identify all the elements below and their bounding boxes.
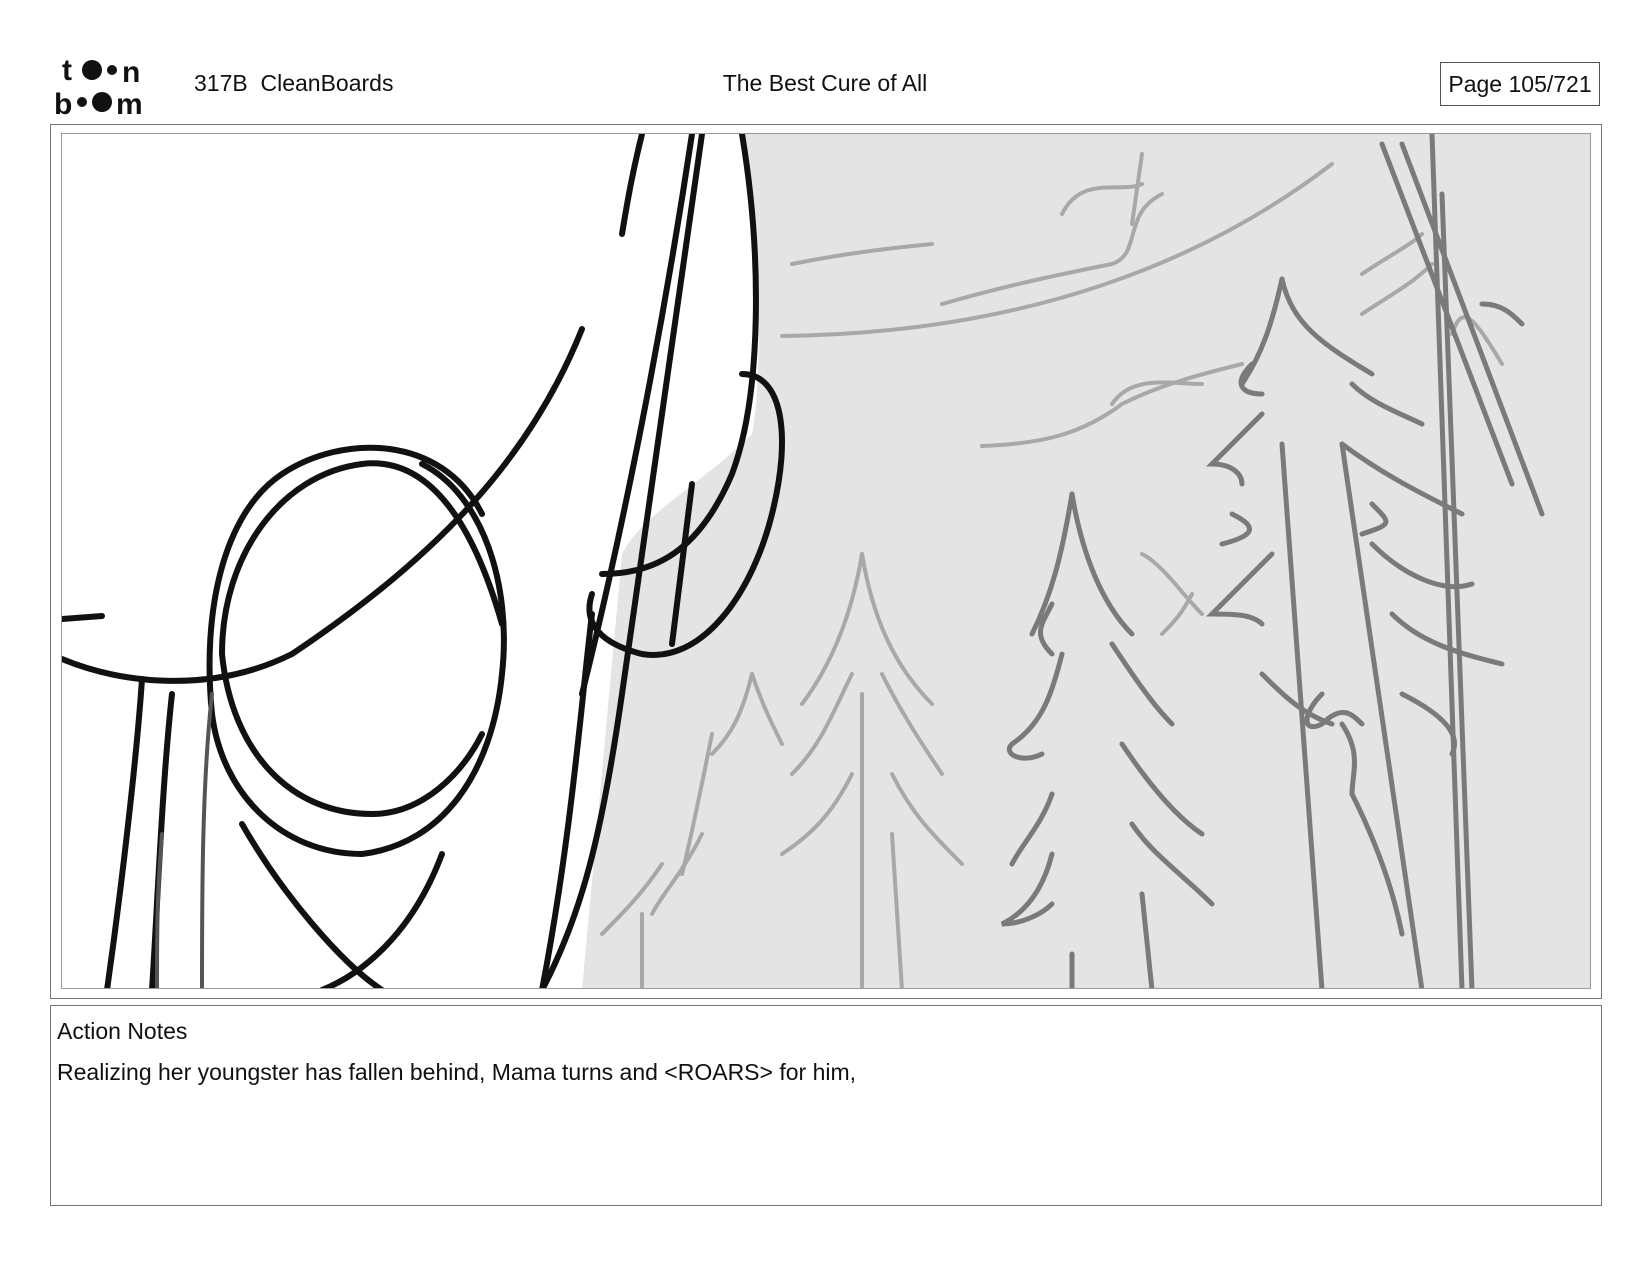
action-notes-label: Action Notes: [57, 1018, 188, 1044]
sketch-drawing: [62, 134, 1545, 988]
panel-image: [61, 133, 1591, 989]
storyboard-panel: [50, 124, 1602, 999]
action-notes-text: Realizing her youngster has fallen behin…: [57, 1059, 857, 1085]
page-title: The Best Cure of All: [722, 70, 928, 96]
page-number: Page 105/721: [1440, 62, 1600, 106]
action-notes-box: Action Notes Realizing her youngster has…: [50, 1005, 1602, 1206]
